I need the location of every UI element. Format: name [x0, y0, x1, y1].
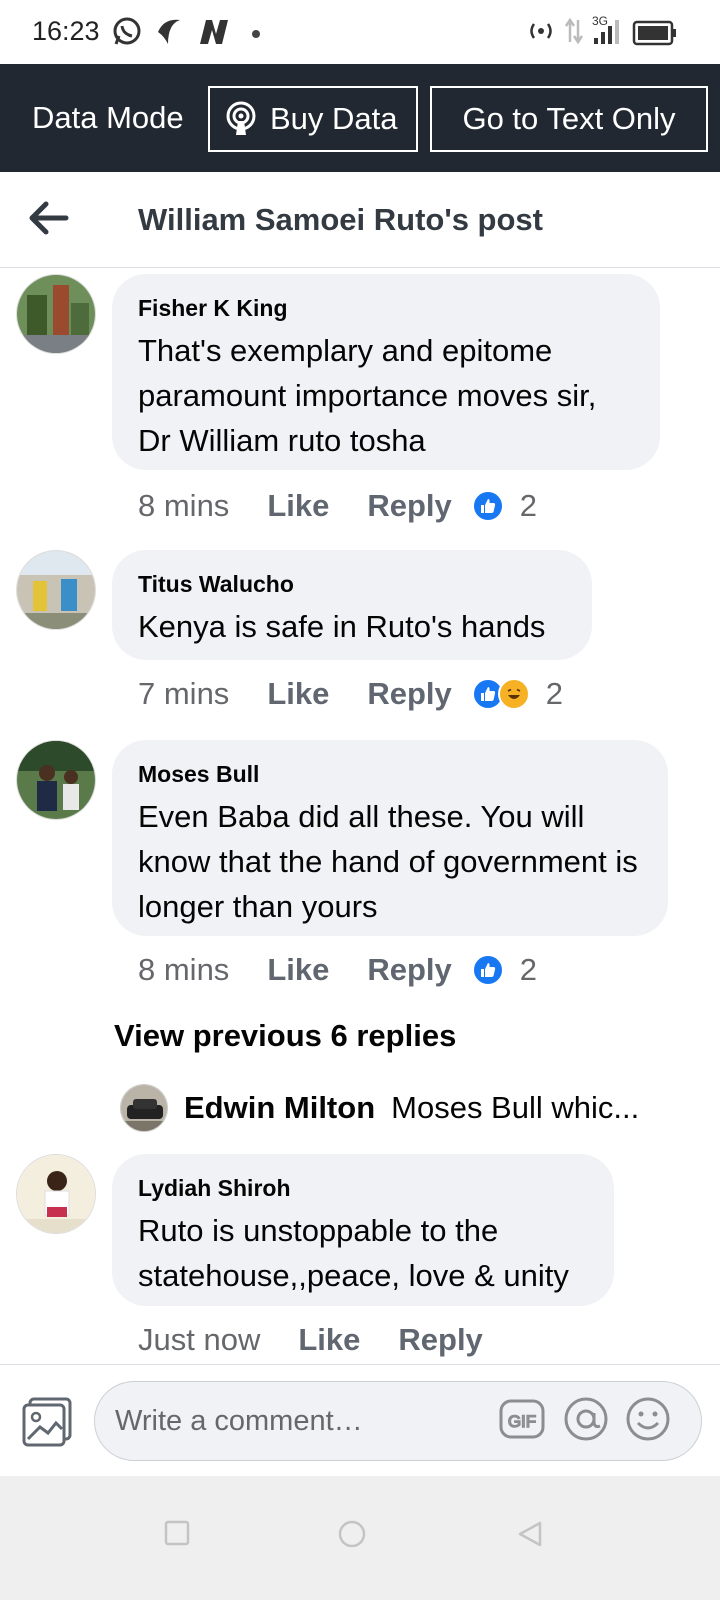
buy-data-label: Buy Data	[270, 101, 398, 136]
status-bar: 16:23 3G	[0, 0, 720, 64]
comment-bubble: Lydiah Shiroh Ruto is unstoppable to the…	[112, 1154, 614, 1306]
reply-button[interactable]: Reply	[367, 676, 451, 712]
battery-icon	[632, 20, 676, 46]
reaction-count: 2	[519, 488, 538, 523]
comment-actions: 8 mins Like Reply 2	[138, 950, 537, 990]
avatar-photo	[17, 741, 95, 819]
back-arrow-icon[interactable]	[26, 198, 70, 238]
comment-bubble: Titus Walucho Kenya is safe in Ruto's ha…	[112, 550, 592, 660]
reaction-count: 2	[545, 676, 564, 711]
reply-avatar[interactable]	[120, 1084, 168, 1132]
emoji-icon[interactable]	[624, 1395, 672, 1443]
reply-button[interactable]: Reply	[367, 952, 451, 988]
comment-actions: 8 mins Like Reply 2	[138, 486, 537, 526]
comment-bubble: Fisher K King That's exemplary and epito…	[112, 274, 660, 470]
comment-text: Even Baba did all these. You will know t…	[138, 799, 638, 924]
comment-actions: Just now Like Reply	[138, 1320, 483, 1360]
avatar[interactable]	[16, 1154, 96, 1234]
like-button[interactable]: Like	[267, 952, 329, 988]
signal-icon	[594, 20, 619, 44]
avatar[interactable]	[16, 740, 96, 820]
buy-data-button[interactable]: Buy Data	[208, 86, 418, 152]
gif-icon[interactable]: GIF	[498, 1395, 546, 1443]
comment-text: That's exemplary and epitome paramount i…	[138, 333, 597, 458]
broadcast-icon	[226, 101, 256, 135]
reaction-summary[interactable]: 2	[471, 952, 538, 988]
like-button[interactable]: Like	[298, 1322, 360, 1358]
reaction-summary[interactable]: 2	[471, 488, 538, 524]
comment-time[interactable]: 8 mins	[138, 952, 229, 988]
like-reaction-icon	[471, 954, 504, 986]
like-button[interactable]: Like	[267, 488, 329, 524]
comment-time[interactable]: 7 mins	[138, 676, 229, 712]
photo-icon[interactable]	[22, 1395, 74, 1447]
news-app-icon	[200, 20, 228, 44]
reaction-summary[interactable]: 2	[471, 676, 564, 712]
comment-input[interactable]	[94, 1381, 702, 1461]
reply-button[interactable]: Reply	[367, 488, 451, 524]
reply-button[interactable]: Reply	[398, 1322, 482, 1358]
gif-label: GIF	[508, 1412, 536, 1431]
home-icon[interactable]	[338, 1520, 366, 1548]
comment-bubble: Moses Bull Even Baba did all these. You …	[112, 740, 668, 936]
reaction-count: 2	[519, 952, 538, 987]
status-time: 16:23	[32, 16, 100, 46]
comment-text: Kenya is safe in Ruto's hands	[138, 609, 546, 644]
comment-time[interactable]: 8 mins	[138, 488, 229, 524]
whatsapp-icon	[113, 17, 141, 45]
commenter-name[interactable]: Titus Walucho	[138, 570, 566, 598]
mention-icon[interactable]	[562, 1395, 610, 1443]
comment-actions: 7 mins Like Reply 2	[138, 674, 563, 714]
text-only-button[interactable]: Go to Text Only	[430, 86, 708, 152]
latest-reply[interactable]: Edwin Milton Moses Bull whic...	[120, 1084, 680, 1132]
like-reaction-icon	[471, 490, 504, 522]
recents-icon[interactable]	[164, 1520, 190, 1546]
page-title: William Samoei Ruto's post	[138, 202, 543, 237]
view-previous-replies-link[interactable]: View previous 6 replies	[114, 1018, 456, 1054]
commenter-name[interactable]: Lydiah Shiroh	[138, 1174, 588, 1202]
avatar[interactable]	[16, 274, 96, 354]
like-button[interactable]: Like	[267, 676, 329, 712]
commenter-name[interactable]: Moses Bull	[138, 760, 642, 788]
system-nav-bar	[0, 1476, 720, 1600]
post-header: William Samoei Ruto's post	[0, 172, 720, 268]
comment-text: Ruto is unstoppable to the statehouse,,p…	[138, 1213, 569, 1293]
comment-composer: GIF	[0, 1364, 720, 1476]
hotspot-icon	[530, 23, 552, 39]
reply-author[interactable]: Edwin Milton	[184, 1090, 375, 1126]
data-mode-label: Data Mode	[32, 100, 184, 135]
reply-preview: Moses Bull whic...	[391, 1090, 640, 1125]
avatar-photo	[121, 1085, 167, 1131]
comment-time[interactable]: Just now	[138, 1322, 260, 1358]
app-notification-icon	[158, 19, 180, 44]
commenter-name[interactable]: Fisher K King	[138, 294, 634, 322]
avatar[interactable]	[16, 550, 96, 630]
notification-dot	[252, 30, 260, 38]
avatar-photo	[17, 1155, 95, 1233]
back-nav-icon[interactable]	[516, 1520, 544, 1548]
avatar-photo	[17, 275, 95, 353]
avatar-photo	[17, 551, 95, 629]
haha-reaction-icon	[497, 678, 530, 710]
data-arrows-icon	[564, 17, 584, 45]
data-mode-bar: Data Mode Buy Data Go to Text Only	[0, 64, 720, 172]
